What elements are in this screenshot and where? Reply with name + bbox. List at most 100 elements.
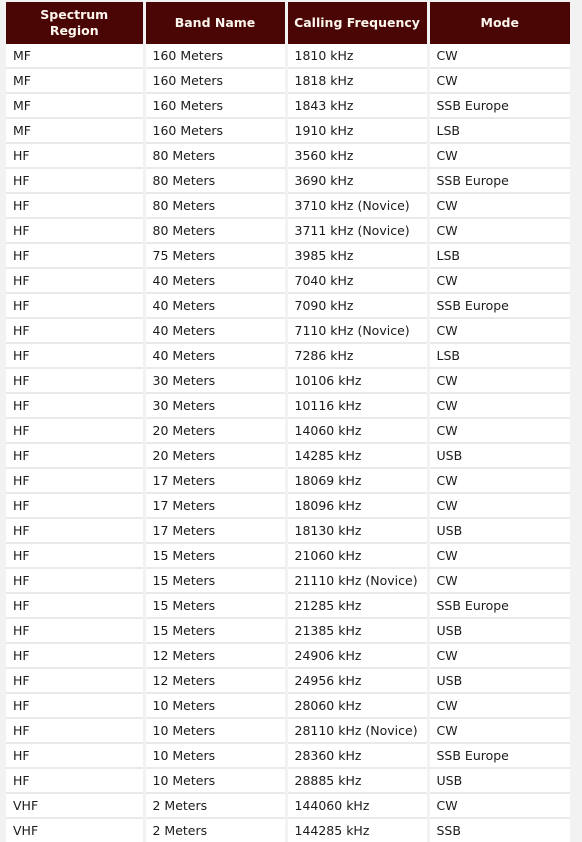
cell-band: 160 Meters	[144, 68, 288, 95]
cell-mode: CW	[428, 493, 570, 520]
cell-frequency: 18130 kHz	[286, 518, 430, 545]
cell-region: HF	[6, 543, 146, 570]
cell-mode: SSB Europe	[428, 293, 570, 320]
table-row: HF 40 Meters 7040 kHz CW	[6, 268, 570, 295]
cell-frequency: 3690 kHz	[286, 168, 430, 195]
cell-region: HF	[6, 618, 146, 645]
cell-mode: USB	[428, 443, 570, 470]
cell-region: HF	[6, 318, 146, 345]
cell-region: HF	[6, 193, 146, 220]
cell-region: MF	[6, 68, 146, 95]
cell-frequency: 21385 kHz	[286, 618, 430, 645]
table-row: HF 80 Meters 3690 kHz SSB Europe	[6, 168, 570, 195]
cell-frequency: 144285 kHz	[286, 818, 430, 842]
cell-frequency: 21110 kHz (Novice)	[286, 568, 430, 595]
cell-frequency: 7286 kHz	[286, 343, 430, 370]
cell-band: 80 Meters	[144, 193, 288, 220]
table-row: MF 160 Meters 1843 kHz SSB Europe	[6, 93, 570, 120]
table-row: HF 12 Meters 24906 kHz CW	[6, 643, 570, 670]
table-row: HF 20 Meters 14285 kHz USB	[6, 443, 570, 470]
cell-mode: CW	[428, 418, 570, 445]
cell-frequency: 10106 kHz	[286, 368, 430, 395]
cell-region: HF	[6, 293, 146, 320]
cell-region: HF	[6, 518, 146, 545]
table-row: MF 160 Meters 1810 kHz CW	[6, 44, 570, 70]
cell-mode: CW	[428, 143, 570, 170]
cell-region: VHF	[6, 793, 146, 820]
cell-region: HF	[6, 743, 146, 770]
cell-band: 30 Meters	[144, 393, 288, 420]
cell-band: 17 Meters	[144, 468, 288, 495]
cell-frequency: 7110 kHz (Novice)	[286, 318, 430, 345]
cell-band: 15 Meters	[144, 543, 288, 570]
table-row: HF 30 Meters 10116 kHz CW	[6, 393, 570, 420]
cell-mode: CW	[428, 568, 570, 595]
cell-mode: SSB Europe	[428, 168, 570, 195]
cell-region: HF	[6, 568, 146, 595]
cell-frequency: 7090 kHz	[286, 293, 430, 320]
table-row: HF 40 Meters 7286 kHz LSB	[6, 343, 570, 370]
cell-mode: CW	[428, 393, 570, 420]
cell-frequency: 3711 kHz (Novice)	[286, 218, 430, 245]
table-row: HF 10 Meters 28110 kHz (Novice) CW	[6, 718, 570, 745]
table-row: HF 10 Meters 28885 kHz USB	[6, 768, 570, 795]
cell-region: HF	[6, 168, 146, 195]
cell-band: 10 Meters	[144, 743, 288, 770]
cell-mode: CW	[428, 368, 570, 395]
cell-region: HF	[6, 493, 146, 520]
cell-band: 2 Meters	[144, 818, 288, 842]
cell-mode: CW	[428, 643, 570, 670]
table-row: HF 80 Meters 3560 kHz CW	[6, 143, 570, 170]
cell-mode: CW	[428, 218, 570, 245]
cell-mode: USB	[428, 518, 570, 545]
cell-mode: CW	[428, 468, 570, 495]
cell-frequency: 14285 kHz	[286, 443, 430, 470]
calling-frequency-table: Spectrum Region Band Name Calling Freque…	[6, 2, 570, 842]
cell-band: 75 Meters	[144, 243, 288, 270]
cell-frequency: 1843 kHz	[286, 93, 430, 120]
cell-mode: LSB	[428, 343, 570, 370]
table-row: HF 10 Meters 28360 kHz SSB Europe	[6, 743, 570, 770]
cell-region: HF	[6, 468, 146, 495]
cell-frequency: 3710 kHz (Novice)	[286, 193, 430, 220]
cell-region: HF	[6, 643, 146, 670]
table-row: HF 10 Meters 28060 kHz CW	[6, 693, 570, 720]
cell-band: 17 Meters	[144, 518, 288, 545]
cell-region: HF	[6, 418, 146, 445]
cell-region: HF	[6, 393, 146, 420]
cell-frequency: 3560 kHz	[286, 143, 430, 170]
table-row: HF 15 Meters 21110 kHz (Novice) CW	[6, 568, 570, 595]
cell-region: HF	[6, 143, 146, 170]
cell-band: 10 Meters	[144, 693, 288, 720]
column-header-band-name: Band Name	[144, 2, 288, 45]
cell-frequency: 144060 kHz	[286, 793, 430, 820]
cell-band: 40 Meters	[144, 343, 288, 370]
cell-band: 2 Meters	[144, 793, 288, 820]
cell-region: HF	[6, 243, 146, 270]
cell-frequency: 24956 kHz	[286, 668, 430, 695]
cell-mode: SSB Europe	[428, 743, 570, 770]
table-row: HF 75 Meters 3985 kHz LSB	[6, 243, 570, 270]
cell-region: HF	[6, 443, 146, 470]
cell-mode: CW	[428, 718, 570, 745]
column-header-spectrum-region-line-2: Region	[49, 22, 99, 38]
cell-band: 30 Meters	[144, 368, 288, 395]
cell-mode: CW	[428, 268, 570, 295]
column-header-spectrum-region: Spectrum Region	[6, 2, 146, 45]
cell-mode: SSB	[428, 818, 570, 842]
cell-frequency: 7040 kHz	[286, 268, 430, 295]
table-row: HF 40 Meters 7090 kHz SSB Europe	[6, 293, 570, 320]
cell-mode: CW	[428, 68, 570, 95]
cell-frequency: 18096 kHz	[286, 493, 430, 520]
cell-mode: USB	[428, 768, 570, 795]
table-header-row: Spectrum Region Band Name Calling Freque…	[6, 2, 570, 45]
cell-frequency: 18069 kHz	[286, 468, 430, 495]
cell-frequency: 28110 kHz (Novice)	[286, 718, 430, 745]
cell-band: 20 Meters	[144, 443, 288, 470]
cell-region: HF	[6, 668, 146, 695]
cell-frequency: 28060 kHz	[286, 693, 430, 720]
cell-mode: CW	[428, 543, 570, 570]
cell-mode: LSB	[428, 243, 570, 270]
table-row: HF 15 Meters 21385 kHz USB	[6, 618, 570, 645]
table-header: Spectrum Region Band Name Calling Freque…	[6, 2, 570, 45]
